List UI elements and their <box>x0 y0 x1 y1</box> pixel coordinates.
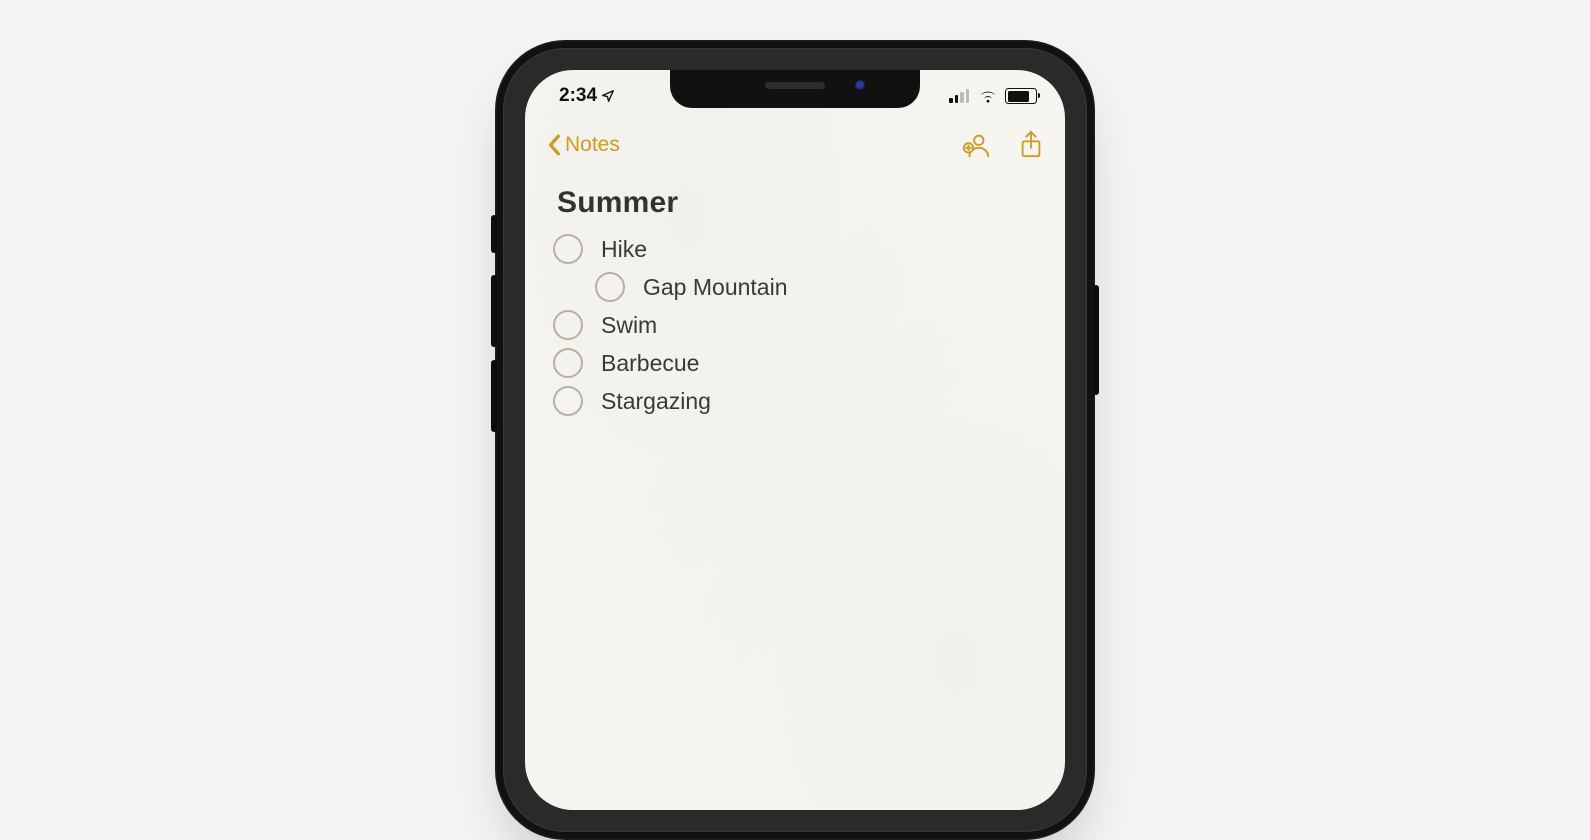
front-camera <box>855 80 867 92</box>
back-button[interactable]: Notes <box>547 133 620 157</box>
mute-switch <box>491 215 497 253</box>
add-people-button[interactable] <box>961 132 991 158</box>
checklist-item[interactable]: Gap Mountain <box>553 268 1037 306</box>
checklist-item-text[interactable]: Stargazing <box>601 388 711 415</box>
share-button[interactable] <box>1019 131 1043 159</box>
note-content[interactable]: Summer Hike Gap Mountain Swim Barbecue Starg… <box>525 178 1065 810</box>
phone-bezel: 2:34 <box>503 48 1087 832</box>
back-label: Notes <box>565 133 620 157</box>
wifi-icon <box>978 89 998 103</box>
status-time: 2:34 <box>559 85 597 107</box>
cellular-signal-icon <box>949 89 971 103</box>
checklist-checkbox[interactable] <box>553 310 583 340</box>
location-icon <box>601 89 615 103</box>
checklist-item-text[interactable]: Hike <box>601 236 647 263</box>
speaker-grille <box>765 82 825 89</box>
checklist-checkbox[interactable] <box>595 272 625 302</box>
phone-frame: 2:34 <box>495 40 1095 840</box>
checklist-item[interactable]: Barbecue <box>553 344 1037 382</box>
checklist-item[interactable]: Stargazing <box>553 382 1037 420</box>
checklist-item[interactable]: Swim <box>553 306 1037 344</box>
volume-down-button <box>491 360 497 432</box>
checklist-item[interactable]: Hike <box>553 230 1037 268</box>
checklist-checkbox[interactable] <box>553 234 583 264</box>
notch <box>670 70 920 108</box>
chevron-left-icon <box>547 134 563 156</box>
screen: 2:34 <box>525 70 1065 810</box>
checklist-checkbox[interactable] <box>553 386 583 416</box>
checklist-item-text[interactable]: Swim <box>601 312 657 339</box>
volume-up-button <box>491 275 497 347</box>
side-button <box>1093 285 1099 395</box>
checklist-checkbox[interactable] <box>553 348 583 378</box>
note-title[interactable]: Summer <box>557 186 1037 220</box>
checklist-item-text[interactable]: Gap Mountain <box>643 274 787 301</box>
battery-icon <box>1005 88 1037 104</box>
checklist: Hike Gap Mountain Swim Barbecue Stargazing <box>553 230 1037 420</box>
nav-bar: Notes <box>525 120 1065 170</box>
checklist-item-text[interactable]: Barbecue <box>601 350 699 377</box>
